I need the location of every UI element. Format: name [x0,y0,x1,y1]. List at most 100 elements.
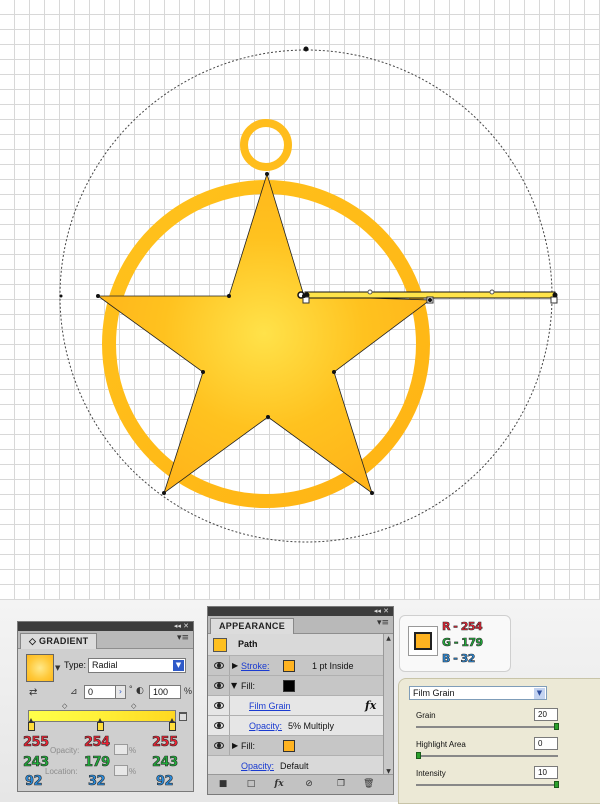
fx-icon[interactable]: fx [365,699,376,712]
green-value: G - 179 [442,636,484,650]
object-opacity-row[interactable]: Opacity: Default [208,756,393,776]
chevron-down-icon[interactable]: ▼ [55,664,60,672]
stop2-green-value: 179 [84,755,111,770]
intensity-slider[interactable] [416,781,559,788]
slider-knob[interactable] [416,752,421,759]
fill-color-swatch-1[interactable] [283,680,295,692]
path-row[interactable]: Path [208,634,393,656]
grain-input[interactable]: 20 [534,708,558,721]
tab-gradient-label: GRADIENT [39,636,89,646]
scroll-up-icon[interactable]: ▲ [384,634,393,643]
add-fill-icon[interactable]: □ [246,779,256,789]
stop1-green-value: 243 [23,755,50,770]
color-swatch-frame [408,626,438,656]
stop1-red-value: 255 [23,735,50,750]
effect-select-value: Film Grain [413,688,455,698]
intensity-input[interactable]: 10 [534,766,558,779]
gradient-stop-middle[interactable] [97,718,104,731]
highlight-area-label: Highlight Area [416,740,466,749]
color-swatch-callout: R - 254 G - 179 B - 32 [399,615,511,672]
chevron-down-icon: ▼ [173,660,184,671]
fill-label: Fill: [241,681,255,691]
location-input[interactable] [114,765,128,776]
tab-appearance[interactable]: APPEARANCE [210,618,295,634]
duplicate-item-icon[interactable]: ❐ [336,779,346,789]
collapse-triangle-icon[interactable]: ▼ [231,681,237,690]
hanging-loop-ring [240,119,292,171]
film-grain-effect-link[interactable]: Film Grain [249,701,291,711]
scrollbar[interactable]: ▲ ▼ [383,634,393,776]
fill-opacity-row[interactable]: Opacity: 5% Multiply [208,716,393,736]
gradient-type-select[interactable]: Radial ▼ [88,658,186,673]
expand-triangle-icon[interactable]: ▶ [232,661,238,670]
add-stroke-icon[interactable]: ■ [218,779,228,789]
stop3-red-value: 255 [152,735,179,750]
clear-appearance-icon[interactable]: ⊘ [304,779,314,789]
reverse-gradient-icon[interactable]: ⇄ [29,687,37,698]
opacity-value: 5% Multiply [288,721,335,731]
color-swatch [414,632,432,650]
bounding-circle-top-handle[interactable] [303,46,309,52]
path-label: Path [238,639,258,649]
panel-title-bar[interactable]: ◂◂ ✕ [18,622,193,631]
angle-input[interactable]: 0 [84,685,116,699]
highlight-area-input[interactable]: 0 [534,737,558,750]
fill-row-2[interactable]: ▶ Fill: [208,736,393,756]
opacity-link[interactable]: Opacity: [249,721,282,731]
panel-menu-icon[interactable]: ▾≡ [177,633,189,643]
type-label: Type: [64,660,87,670]
star-artwork[interactable] [0,0,600,600]
gradient-stop-left[interactable] [28,718,35,731]
midpoint-diamond-icon[interactable]: ◇ [131,702,136,710]
effect-row[interactable]: Film Grain fx [208,696,393,716]
expand-triangle-icon[interactable]: ▶ [232,741,238,750]
gradient-stop-right[interactable] [169,718,176,731]
bounding-circle-left-handle[interactable] [59,294,63,298]
stroke-label[interactable]: Stroke: [241,661,270,671]
stop2-red-value: 254 [84,735,111,750]
midpoint-diamond-icon[interactable]: ◇ [62,702,67,710]
collapse-icon[interactable]: ◂◂ ✕ [174,622,189,631]
stop3-blue-value: 92 [156,774,174,789]
highlight-area-slider[interactable] [416,752,558,759]
visibility-eye-icon[interactable] [214,722,224,729]
angle-dropdown-button[interactable]: › [115,685,126,699]
add-effect-icon[interactable]: fx [274,779,284,789]
location-label: Location: [45,767,78,776]
stroke-row[interactable]: ▶ Stroke: 1 pt Inside [208,656,393,676]
slider-knob[interactable] [554,723,559,730]
visibility-eye-icon[interactable] [214,662,224,669]
delete-item-icon[interactable]: 🗑 [363,779,374,789]
gradient-midpoint-handle[interactable] [489,289,495,295]
tab-gradient[interactable]: ◇ GRADIENT [20,633,98,649]
effect-select[interactable]: Film Grain ▼ [409,686,547,700]
delete-stop-icon[interactable] [179,712,187,721]
gradient-end-handle[interactable] [552,292,558,298]
fill-row-1[interactable]: ▼ Fill: [208,676,393,696]
stop3-green-value: 243 [152,755,179,770]
collapse-icon[interactable]: ◂◂ ✕ [374,607,389,616]
panel-title-bar[interactable]: ◂◂ ✕ [208,607,393,616]
gradient-midpoint-handle[interactable] [367,289,373,295]
stroke-color-swatch[interactable] [283,660,295,672]
fill-color-swatch-2[interactable] [283,740,295,752]
gradient-slider-bar[interactable] [28,710,176,722]
gradient-thumbnail[interactable] [26,654,54,682]
grain-slider[interactable] [416,723,559,730]
stop2-blue-value: 32 [88,774,106,789]
gradient-stop-handle[interactable] [550,296,558,304]
visibility-eye-icon[interactable] [214,702,224,709]
panel-menu-icon[interactable]: ▾≡ [377,618,389,628]
visibility-eye-icon[interactable] [214,682,224,689]
opacity-link[interactable]: Opacity: [241,761,274,771]
slider-knob[interactable] [554,781,559,788]
film-grain-panel: Film Grain ▼ Grain 20 Highlight Area 0 I… [398,678,600,804]
visibility-eye-icon[interactable] [214,742,224,749]
opacity-input[interactable] [114,744,128,755]
tab-appearance-label: APPEARANCE [219,621,286,631]
gradient-panel: ◂◂ ✕ ◇ GRADIENT ▾≡ ▼ Type: Radial ▼ ⇄ ⊿ … [17,621,194,792]
aspect-ratio-input[interactable]: 100 [149,685,181,699]
blue-value: B - 32 [442,652,476,666]
appearance-panel: ◂◂ ✕ APPEARANCE ▾≡ Path ▶ Stroke: 1 pt I… [207,606,394,795]
stroke-value: 1 pt Inside [312,661,354,671]
